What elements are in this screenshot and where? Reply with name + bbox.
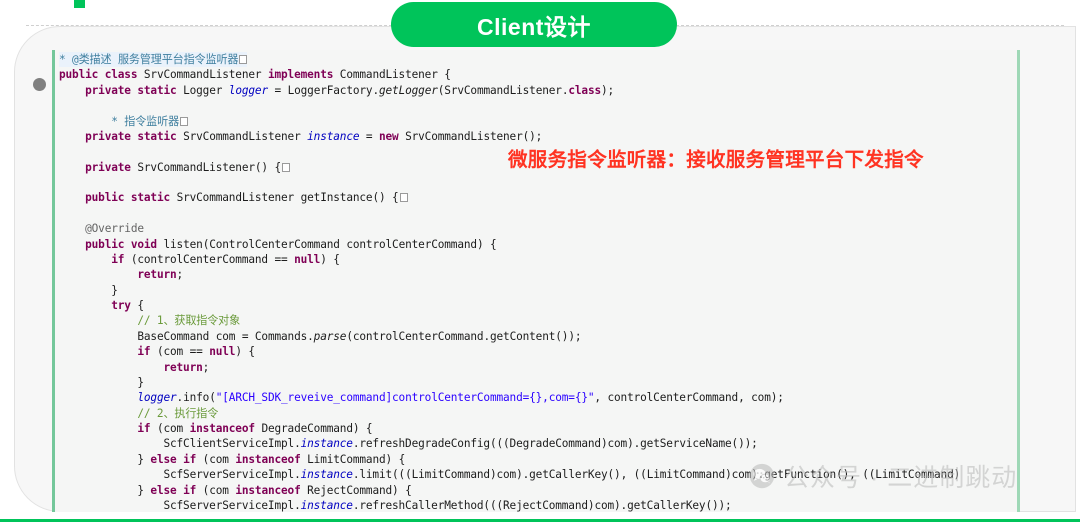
title-rule-right — [676, 25, 1064, 26]
top-accent-tick — [74, 0, 85, 8]
red-annotation-text: 微服务指令监听器：接收服务管理平台下发指令 — [508, 149, 924, 171]
code-block: * @类描述 服务管理平台指令监听器 public class SrvComma… — [59, 52, 961, 512]
title-rule-left — [26, 25, 392, 26]
bullet-dot — [33, 78, 46, 91]
code-panel[interactable]: * @类描述 服务管理平台指令监听器 public class SrvComma… — [52, 50, 1020, 512]
slide-title-pill: Client设计 — [391, 2, 677, 47]
slide-canvas: Client设计 * @类描述 服务管理平台指令监听器 public class… — [0, 0, 1080, 522]
